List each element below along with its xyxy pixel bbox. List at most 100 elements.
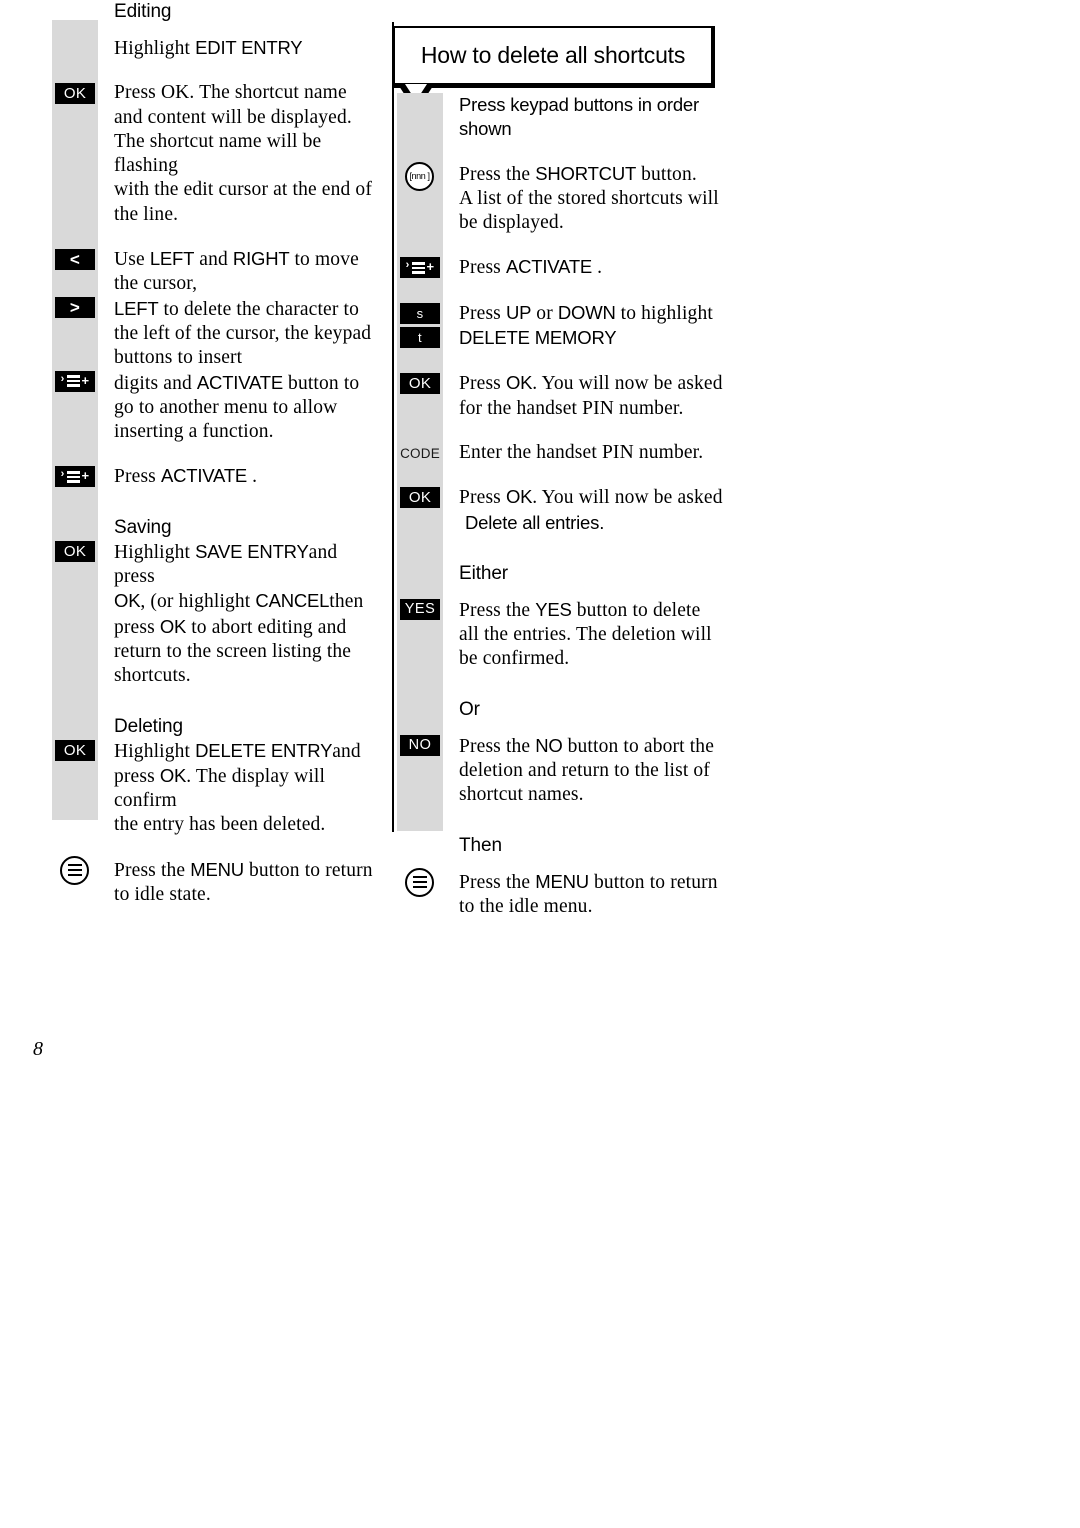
- menu-key-icon[interactable]: [405, 867, 434, 897]
- ok-button-badge[interactable]: OK: [55, 739, 95, 761]
- code-keypad-label[interactable]: CODE: [400, 443, 440, 464]
- text-prefix: digits and: [114, 372, 197, 394]
- menu-return-paragraph: Press the MENU button to return to the i…: [459, 870, 747, 920]
- intro-text: Press keypad buttons in order shown: [459, 94, 699, 140]
- section-heading-then: Then: [459, 834, 502, 856]
- press-activate-row: › + Press ACTIVATE .: [397, 255, 747, 280]
- text-prefix: Highlight: [114, 541, 196, 563]
- text-prefix: Press the: [459, 599, 536, 621]
- line: and content will be displayed.: [114, 106, 352, 128]
- line: Press the YES button to delete: [459, 598, 747, 623]
- text-prefix: Press the: [114, 859, 191, 881]
- deleting-heading-row: Deleting: [52, 715, 382, 739]
- text-prefix: Press the: [459, 735, 536, 757]
- ok-button-badge[interactable]: OK: [400, 373, 440, 395]
- line: deletion and return to the list of: [459, 760, 710, 782]
- yes-button-badge[interactable]: YES: [400, 598, 440, 620]
- text-suffix: button to delete: [571, 599, 701, 621]
- ok-button-badge[interactable]: OK: [55, 540, 95, 562]
- ok-button-badge[interactable]: OK: [55, 83, 95, 105]
- icon-slot-activate: › +: [52, 464, 98, 489]
- menu-return-paragraph: Press the MENU button to return to idle …: [114, 858, 382, 908]
- line: for the handset PIN number.: [459, 397, 684, 419]
- right-arrow-button-badge[interactable]: >: [55, 296, 95, 318]
- down-button-badge[interactable]: t: [400, 326, 440, 348]
- text-prefix: Highlight: [114, 38, 196, 59]
- activate-menu-paragraph: digits and ACTIVATE button to go to anot…: [114, 371, 382, 445]
- line: be displayed.: [459, 212, 564, 234]
- menu-lines-icon: [66, 375, 80, 387]
- text-prefix: Highlight: [114, 740, 196, 762]
- activate-button-badge[interactable]: › +: [55, 466, 95, 488]
- line: LEFT to delete the character to: [114, 297, 382, 322]
- line: OK, (or highlight CANCELthen: [114, 589, 382, 614]
- page-number: 8: [33, 1038, 43, 1060]
- cursor-move-paragraph: Use LEFT and RIGHT to move the cursor,: [114, 247, 382, 297]
- icon-slot-empty: [397, 698, 443, 722]
- line: Press OK. You will now be asked: [459, 371, 747, 396]
- line: Press OK. The shortcut name: [114, 82, 347, 104]
- text-prefix: Press: [114, 466, 161, 488]
- activate-button-badge[interactable]: › +: [55, 370, 95, 392]
- icon-slot-ok: OK: [52, 81, 98, 227]
- key-term-left: LEFT: [114, 297, 159, 319]
- key-term-ok: OK: [159, 615, 187, 637]
- updown-paragraph: Press UP or DOWN to highlight DELETE MEM…: [459, 301, 747, 352]
- line: A list of the stored shortcuts will: [459, 187, 719, 209]
- line: Use LEFT and RIGHT to move: [114, 247, 382, 272]
- activate-menu-row: › + digits and ACTIVATE button to go to …: [52, 370, 382, 445]
- text-mid: , (or highlight: [140, 591, 256, 613]
- icon-slot-left-arrow: <: [52, 247, 98, 297]
- highlight-edit-entry-line: Highlight EDIT ENTRY: [114, 36, 382, 61]
- press-activate-row: › + Press ACTIVATE .: [52, 464, 382, 489]
- shortcut-key-icon[interactable]: [nnn ]: [405, 161, 434, 191]
- line: Press the MENU button to return: [459, 870, 747, 895]
- key-term-no: NO: [535, 734, 563, 756]
- callout-box: How to delete all shortcuts: [393, 26, 715, 88]
- either-heading-row: Either: [397, 562, 747, 586]
- plus-icon: +: [426, 259, 435, 275]
- ok-pin-paragraph: Press OK. You will now be asked for the …: [459, 371, 747, 421]
- ok-pin-row: OK Press OK. You will now be asked for t…: [397, 371, 747, 421]
- press-activate-line: Press ACTIVATE .: [114, 464, 382, 489]
- press-ok-row: OK Press OK. The shortcut name and conte…: [52, 81, 382, 227]
- text-suffix: to move: [289, 249, 359, 271]
- icon-slot-activate: › +: [52, 370, 98, 445]
- line: to the idle menu.: [459, 895, 593, 917]
- text-prefix: Press: [459, 487, 506, 509]
- icon-slot-ok: OK: [397, 371, 443, 421]
- key-term-up: UP: [505, 301, 532, 323]
- icon-slot-empty: [52, 0, 98, 24]
- updown-row: s t Press UP or DOWN to highlight DELETE…: [397, 301, 747, 352]
- chevron-right-icon: ›: [60, 468, 65, 481]
- line: Press the MENU button to return: [114, 858, 382, 883]
- no-row: NO Press the NO button to abort the dele…: [397, 734, 747, 808]
- up-button-badge[interactable]: s: [400, 302, 440, 324]
- section-heading-editing: Editing: [114, 1, 172, 22]
- key-term-right: RIGHT: [232, 248, 290, 270]
- ok-button-badge[interactable]: OK: [400, 487, 440, 509]
- or-heading-row: Or: [397, 698, 747, 722]
- line: the entry has been deleted.: [114, 814, 326, 836]
- text-suffix: and: [332, 740, 361, 762]
- chevron-right-icon: ›: [405, 259, 410, 272]
- delete-char-row: > LEFT to delete the character to the le…: [52, 296, 382, 371]
- menu-term-cancel: CANCEL: [255, 590, 330, 612]
- callout-balloon: How to delete all shortcuts: [393, 26, 715, 112]
- key-term-activate: ACTIVATE: [160, 465, 248, 487]
- no-button-badge[interactable]: NO: [400, 734, 440, 756]
- menu-return-row: Press the MENU button to return to the i…: [397, 867, 747, 920]
- activate-button-badge[interactable]: › +: [400, 257, 440, 279]
- icon-slot-ok: OK: [52, 540, 98, 689]
- saving-heading-row: Saving: [52, 516, 382, 540]
- menu-key-icon[interactable]: [60, 855, 89, 885]
- icon-slot-yes: YES: [397, 598, 443, 672]
- then-heading-row: Then: [397, 834, 747, 858]
- menu-lines-icon: [411, 262, 425, 274]
- key-term-menu: MENU: [190, 858, 244, 880]
- left-arrow-button-badge[interactable]: <: [55, 249, 95, 271]
- saving-paragraph: Highlight SAVE ENTRYand press OK, (or hi…: [114, 540, 382, 689]
- code-entry-line: Enter the handset PIN number.: [459, 441, 704, 463]
- icon-slot-empty: [52, 516, 98, 540]
- text-mid: and: [194, 249, 233, 271]
